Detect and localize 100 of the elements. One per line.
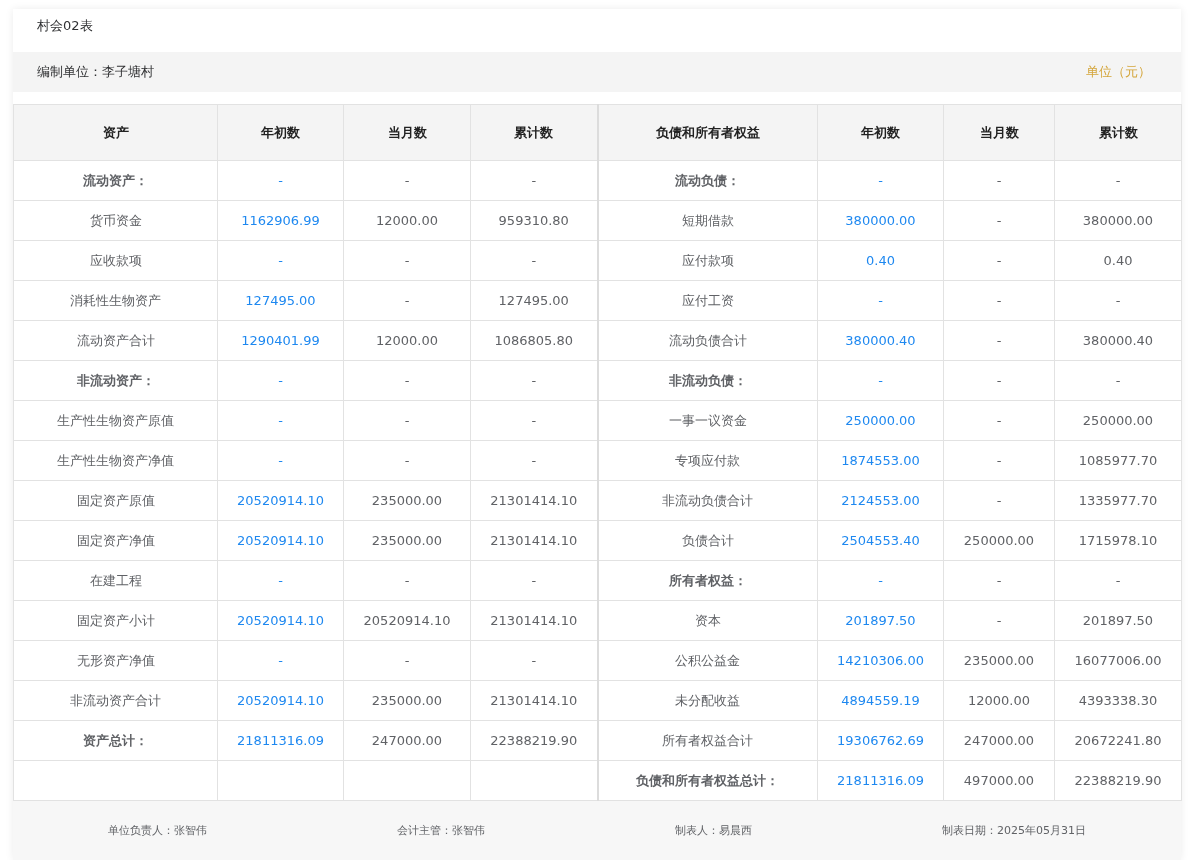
- value-link[interactable]: 1290401.99: [217, 320, 344, 361]
- table-cell: 497000.00: [943, 760, 1055, 801]
- value-link[interactable]: -: [217, 640, 344, 681]
- row-label: 资产总计：: [13, 720, 218, 761]
- table-cell: 201897.50: [1054, 600, 1182, 641]
- table-cell: 12000.00: [343, 320, 471, 361]
- table-cell: 235000.00: [343, 520, 471, 561]
- row-label: 非流动资产合计: [13, 680, 218, 721]
- column-header: 年初数: [217, 104, 344, 161]
- value-link[interactable]: -: [217, 160, 344, 201]
- table-cell: -: [943, 280, 1055, 321]
- table-cell: 380000.40: [1054, 320, 1182, 361]
- value-link[interactable]: 19306762.69: [817, 720, 944, 761]
- value-link[interactable]: -: [817, 360, 944, 401]
- table-cell: -: [943, 440, 1055, 481]
- value-link[interactable]: -: [817, 280, 944, 321]
- table-cell: 250000.00: [943, 520, 1055, 561]
- signature-field: 制表人：易晨西: [675, 823, 752, 838]
- row-label: 所有者权益合计: [597, 720, 818, 761]
- report-code: 村会02表: [36, 17, 94, 35]
- row-label: 非流动资产：: [13, 360, 218, 401]
- column-header: 累计数: [470, 104, 598, 161]
- row-label: 所有者权益：: [597, 560, 818, 601]
- row-label: 公积公益金: [597, 640, 818, 681]
- signature-field: 制表日期：2025年05月31日: [942, 823, 1086, 838]
- table-cell: 1335977.70: [1054, 480, 1182, 521]
- value-link[interactable]: 2124553.00: [817, 480, 944, 521]
- row-label: 非流动负债：: [597, 360, 818, 401]
- value-link[interactable]: 1162906.99: [217, 200, 344, 241]
- value-link[interactable]: 20520914.10: [217, 680, 344, 721]
- table-cell: 235000.00: [943, 640, 1055, 681]
- table-cell: -: [943, 480, 1055, 521]
- row-label: 非流动负债合计: [597, 480, 818, 521]
- value-link[interactable]: 201897.50: [817, 600, 944, 641]
- table-cell: -: [1054, 560, 1182, 601]
- row-label: 生产性生物资产原值: [13, 400, 218, 441]
- table-cell: 1715978.10: [1054, 520, 1182, 561]
- value-link[interactable]: 1874553.00: [817, 440, 944, 481]
- table-cell: -: [1054, 360, 1182, 401]
- value-link[interactable]: -: [217, 440, 344, 481]
- column-header: 负债和所有者权益: [597, 104, 818, 161]
- value-link[interactable]: -: [817, 560, 944, 601]
- table-cell: 247000.00: [343, 720, 471, 761]
- row-label: 生产性生物资产净值: [13, 440, 218, 481]
- row-label: 流动资产：: [13, 160, 218, 201]
- value-link[interactable]: 380000.00: [817, 200, 944, 241]
- value-link[interactable]: -: [217, 360, 344, 401]
- row-label: 固定资产小计: [13, 600, 218, 641]
- table-cell: -: [1054, 280, 1182, 321]
- column-header: 累计数: [1054, 104, 1182, 161]
- row-label: 应付工资: [597, 280, 818, 321]
- table-cell: -: [343, 240, 471, 281]
- table-cell: 16077006.00: [1054, 640, 1182, 681]
- row-label: 负债合计: [597, 520, 818, 561]
- value-link[interactable]: 4894559.19: [817, 680, 944, 721]
- table-cell: -: [943, 320, 1055, 361]
- table-cell: 235000.00: [343, 680, 471, 721]
- table-cell: 4393338.30: [1054, 680, 1182, 721]
- value-link[interactable]: 21811316.09: [217, 720, 344, 761]
- table-cell: -: [943, 200, 1055, 241]
- row-label: 短期借款: [597, 200, 818, 241]
- signature-field: 会计主管：张智伟: [397, 823, 485, 838]
- row-label: 在建工程: [13, 560, 218, 601]
- table-cell: -: [343, 360, 471, 401]
- table-cell: -: [943, 360, 1055, 401]
- row-label: 应收款项: [13, 240, 218, 281]
- value-link[interactable]: 14210306.00: [817, 640, 944, 681]
- value-link[interactable]: 2504553.40: [817, 520, 944, 561]
- table-cell: 247000.00: [943, 720, 1055, 761]
- value-link[interactable]: 127495.00: [217, 280, 344, 321]
- table-cell: -: [343, 280, 471, 321]
- table-cell: -: [343, 160, 471, 201]
- row-label: 固定资产原值: [13, 480, 218, 521]
- table-cell: -: [343, 560, 471, 601]
- column-header: 年初数: [817, 104, 944, 161]
- value-link[interactable]: 380000.40: [817, 320, 944, 361]
- value-link[interactable]: 250000.00: [817, 400, 944, 441]
- table-cell: 1085977.70: [1054, 440, 1182, 481]
- table-cell: -: [943, 400, 1055, 441]
- table-cell: 12000.00: [343, 200, 471, 241]
- table-cell: -: [1054, 160, 1182, 201]
- column-header: 资产: [13, 104, 218, 161]
- row-label: 无形资产净值: [13, 640, 218, 681]
- row-label: 流动负债合计: [597, 320, 818, 361]
- signature-field: 单位负责人：张智伟: [108, 823, 207, 838]
- value-link[interactable]: -: [217, 240, 344, 281]
- row-label: 一事一议资金: [597, 400, 818, 441]
- currency-unit: 单位（元）: [1086, 63, 1151, 81]
- table-cell: -: [943, 240, 1055, 281]
- value-link[interactable]: 0.40: [817, 240, 944, 281]
- value-link[interactable]: 20520914.10: [217, 600, 344, 641]
- row-label: 应付款项: [597, 240, 818, 281]
- table-cell: -: [343, 440, 471, 481]
- row-label: 货币资金: [13, 200, 218, 241]
- value-link[interactable]: -: [217, 560, 344, 601]
- value-link[interactable]: 20520914.10: [217, 520, 344, 561]
- value-link[interactable]: 21811316.09: [817, 760, 944, 801]
- value-link[interactable]: 20520914.10: [217, 480, 344, 521]
- value-link[interactable]: -: [817, 160, 944, 201]
- value-link[interactable]: -: [217, 400, 344, 441]
